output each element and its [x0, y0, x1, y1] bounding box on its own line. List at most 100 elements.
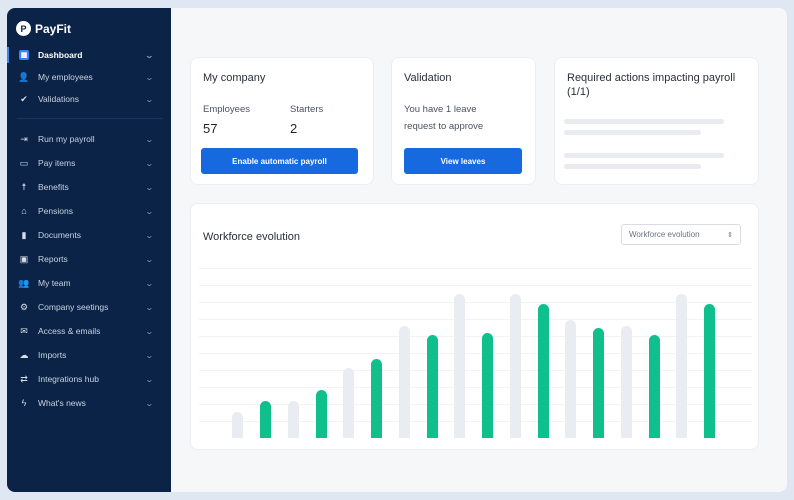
sidebar-item-company-seetings[interactable]: ⚙ Company seetings ⌄ — [7, 297, 171, 317]
report-icon: ▣ — [19, 253, 29, 264]
sidebar-item-label: Reports — [38, 254, 68, 264]
sidebar-item-validations[interactable]: ✔ Validations ⌄ — [7, 89, 171, 109]
bar-previous-5 — [454, 293, 465, 438]
bar-current-9 — [704, 304, 715, 438]
user-icon: 👤 — [18, 71, 30, 82]
bar-previous-4 — [398, 325, 410, 438]
gridline — [199, 285, 752, 286]
bank-icon: ⌂ — [21, 206, 27, 216]
chevron-down-icon[interactable]: ⌄ — [145, 327, 154, 336]
app-window: P PayFit ▦ Dashboard ⌄ 👤 My employees ⌄ ✔ Valid… — [7, 8, 787, 492]
required-actions-card: Required actions impacting payroll (1/1) — [554, 57, 759, 185]
gridline — [199, 336, 752, 337]
gear-icon: ⚙ — [19, 301, 29, 312]
chevron-down-icon[interactable]: ⌄ — [145, 255, 154, 264]
chevron-down-icon[interactable]: ⌄ — [145, 375, 154, 384]
bar-previous-3 — [343, 367, 354, 438]
gridline — [199, 319, 752, 320]
my-company-card: My company Employees 57 Starters 2 Enabl… — [190, 57, 374, 185]
bar-current-3 — [371, 359, 382, 438]
sidebar-item-label: Imports — [38, 350, 67, 360]
gridline — [199, 268, 752, 269]
check-badge-icon: ✔ — [20, 93, 28, 104]
gridline — [199, 353, 752, 354]
workforce-evolution-card: Workforce evolution Workforce evolution … — [190, 203, 759, 450]
cloud-upload-icon: ☁ — [19, 349, 29, 360]
bar-previous-7 — [565, 320, 576, 438]
select-arrows-icon: ⇕ — [727, 231, 733, 239]
sidebar-item-dashboard[interactable]: ▦ Dashboard ⌄ — [7, 45, 171, 65]
gridline — [199, 387, 752, 388]
arrows-icon: ⇄ — [20, 373, 28, 384]
skeleton-line — [564, 119, 724, 124]
chevron-down-icon[interactable]: ⌄ — [145, 231, 154, 240]
sidebar-item-benefits[interactable]: ☨ Benefits ⌄ — [7, 177, 171, 197]
sidebar-item-my-team[interactable]: 👥 My team ⌄ — [7, 273, 171, 293]
select-value: Workforce evolution — [629, 230, 700, 239]
app-name: PayFit — [35, 21, 72, 36]
bolt-icon: ϟ — [21, 398, 27, 408]
sidebar-item-label: Documents — [38, 230, 81, 240]
chevron-down-icon[interactable]: ⌄ — [145, 183, 154, 192]
sidebar-item-label: My team — [38, 278, 71, 288]
sidebar-item-run-my-payroll[interactable]: ⇥ Run my payroll ⌄ — [7, 129, 171, 149]
chevron-down-icon[interactable]: ⌄ — [145, 303, 154, 312]
sidebar-item-label: My employees — [38, 72, 93, 82]
starters-count: 2 — [290, 121, 298, 136]
gridline — [199, 404, 752, 405]
sidebar-item-pay-items[interactable]: ▭ Pay items ⌄ — [7, 153, 171, 173]
sidebar-item-label: Validations — [38, 94, 79, 104]
mail-icon: ✉ — [20, 325, 28, 336]
chevron-down-icon[interactable]: ⌄ — [145, 51, 154, 60]
sidebar-item-label: Integrations hub — [38, 374, 99, 384]
sidebar-item-label: Pensions — [38, 206, 73, 216]
sidebar-item-label: Dashboard — [38, 50, 83, 60]
chart-plot-area — [199, 264, 752, 438]
sidebar-item-label: Pay items — [38, 158, 76, 168]
card-icon: ▭ — [19, 157, 29, 168]
sidebar-item-what-s-news[interactable]: ϟ What's news ⌄ — [7, 393, 171, 413]
gridline — [199, 421, 752, 422]
bar-previous-2 — [287, 400, 299, 438]
chevron-down-icon[interactable]: ⌄ — [145, 159, 154, 168]
payfit-logo[interactable]: P PayFit — [16, 21, 71, 36]
chart-type-select[interactable]: Workforce evolution ⇕ — [621, 224, 741, 245]
person-icon: ☨ — [21, 181, 27, 192]
gridline — [199, 370, 752, 371]
validation-text-line1: You have 1 leave — [404, 104, 477, 115]
bar-current-8 — [648, 335, 660, 438]
team-icon: 👥 — [18, 277, 30, 288]
sidebar-item-imports[interactable]: ☁ Imports ⌄ — [7, 345, 171, 365]
chevron-down-icon[interactable]: ⌄ — [145, 279, 154, 288]
chevron-down-icon[interactable]: ⌄ — [145, 399, 154, 408]
chevron-down-icon[interactable]: ⌄ — [145, 207, 154, 216]
sidebar-item-pensions[interactable]: ⌂ Pensions ⌄ — [7, 201, 171, 221]
sidebar-item-label: Benefits — [38, 182, 69, 192]
sidebar-item-reports[interactable]: ▣ Reports ⌄ — [7, 249, 171, 269]
chart-title: Workforce evolution — [203, 231, 301, 243]
skeleton-line — [564, 130, 701, 135]
sidebar-item-access-emails[interactable]: ✉ Access & emails ⌄ — [7, 321, 171, 341]
chevron-down-icon[interactable]: ⌄ — [145, 95, 154, 104]
employees-count: 57 — [203, 121, 218, 136]
bar-current-4 — [426, 335, 438, 438]
card-title: Required actions impacting payroll (1/1) — [567, 72, 736, 98]
logo-icon: P — [16, 21, 31, 36]
view-leaves-button[interactable]: View leaves — [404, 148, 522, 174]
validation-text-line2: request to approve — [404, 121, 484, 132]
chevron-down-icon[interactable]: ⌄ — [145, 135, 154, 144]
enable-automatic-payroll-button[interactable]: Enable automatic payroll — [201, 148, 358, 174]
skeleton-line — [564, 153, 724, 158]
sidebar-item-label: Company seetings — [38, 302, 109, 312]
gridline — [199, 302, 752, 303]
sidebar-item-integrations-hub[interactable]: ⇄ Integrations hub ⌄ — [7, 369, 171, 389]
chevron-down-icon[interactable]: ⌄ — [145, 351, 154, 360]
bar-current-6 — [537, 304, 549, 438]
bar-current-5 — [482, 332, 493, 438]
sidebar-item-documents[interactable]: ▮ Documents ⌄ — [7, 225, 171, 245]
chevron-down-icon[interactable]: ⌄ — [145, 73, 154, 82]
sidebar-item-label: Access & emails — [38, 326, 101, 336]
starters-label: Starters — [290, 104, 324, 115]
sidebar-item-my-employees[interactable]: 👤 My employees ⌄ — [7, 67, 171, 87]
employees-label: Employees — [203, 104, 250, 115]
